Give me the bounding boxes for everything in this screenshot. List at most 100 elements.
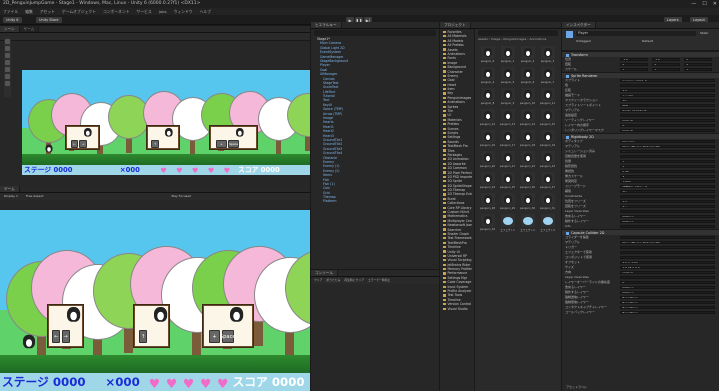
inspector-value[interactable]: ✓ bbox=[620, 149, 715, 154]
breadcrumb-animations[interactable]: Animations bbox=[529, 37, 546, 41]
inspector-value[interactable] bbox=[620, 113, 715, 118]
breadcrumb-assets[interactable]: Assets bbox=[478, 37, 488, 41]
asset-item[interactable]: penguin_21 bbox=[499, 151, 516, 168]
rect-tool-icon[interactable] bbox=[5, 67, 10, 72]
transform-z-field[interactable]: 1 bbox=[684, 67, 712, 72]
asset-item[interactable]: penguin_13 bbox=[499, 109, 516, 126]
asset-item[interactable]: penguin_31 bbox=[539, 193, 556, 210]
tab-game-view[interactable]: ゲーム bbox=[0, 186, 20, 192]
asset-item[interactable]: penguin_14 bbox=[519, 109, 536, 126]
inspector-value[interactable]: Sprite-Lit-Default bbox=[620, 108, 715, 113]
asset-item[interactable]: penguin_6 bbox=[519, 67, 536, 84]
custom-tool-icon[interactable] bbox=[5, 81, 10, 86]
asset-item[interactable]: penguin_12 bbox=[479, 109, 496, 126]
asset-item[interactable]: penguin_8 bbox=[479, 88, 496, 105]
asset-item[interactable]: penguin_26 bbox=[519, 172, 536, 189]
tab-game[interactable]: ゲーム bbox=[19, 26, 40, 32]
menu-item[interactable]: ウィンドウ bbox=[174, 8, 193, 15]
inspector-value[interactable]: 中央 bbox=[620, 103, 715, 108]
inspector-value[interactable]: Everything bbox=[620, 300, 715, 305]
inspector-value[interactable]: 0.05 bbox=[620, 169, 715, 174]
project-folder[interactable]: Code Coverage bbox=[443, 280, 472, 284]
breadcrumb-penguin[interactable]: PenguinImages bbox=[503, 37, 526, 41]
transform-z-field[interactable]: 0 bbox=[684, 57, 712, 62]
inspector-value[interactable]: X 0 Y -0.04 bbox=[620, 260, 715, 265]
inspector-value[interactable]: Default bbox=[620, 118, 715, 123]
inspector-value[interactable] bbox=[620, 83, 715, 88]
project-folder[interactable]: TextMesh Pro bbox=[443, 144, 472, 148]
asset-item[interactable]: エフェクト3 bbox=[539, 214, 556, 232]
asset-item[interactable]: penguin_29 bbox=[499, 193, 516, 210]
transform-z-field[interactable]: 0 bbox=[684, 62, 712, 67]
asset-item[interactable]: penguin_3 bbox=[539, 46, 556, 63]
project-folder[interactable]: Newtonsoft Json bbox=[443, 223, 472, 227]
error-pause-button[interactable]: エラーで一時停止 bbox=[368, 277, 390, 284]
asset-item[interactable]: penguin_24 bbox=[479, 172, 496, 189]
static-toggle[interactable]: Static bbox=[700, 31, 709, 35]
scale-tool-icon[interactable] bbox=[5, 60, 10, 65]
transform-x-field[interactable]: 0 bbox=[620, 62, 648, 67]
cloud-button[interactable]: Unity Store bbox=[36, 17, 62, 23]
inspector-value[interactable]: None (Physics Material 2D) bbox=[620, 144, 715, 149]
clear-on-play-button[interactable]: 再生時にクリア bbox=[344, 277, 364, 284]
asset-item[interactable]: penguin_27 bbox=[539, 172, 556, 189]
inspector-value[interactable]: penguin_walk1_0 bbox=[620, 78, 715, 83]
menu-item[interactable]: 編集 bbox=[25, 8, 33, 15]
inspector-value[interactable]: Dynamic bbox=[620, 139, 715, 144]
inspector-value[interactable]: X Y bbox=[620, 88, 715, 93]
inspector-value[interactable]: X 0.65 Y 0.9 bbox=[620, 265, 715, 270]
asset-item[interactable]: penguin_11 bbox=[539, 88, 556, 105]
inspector-value[interactable]: Everything bbox=[620, 310, 715, 315]
menu-item[interactable]: アセット bbox=[40, 8, 55, 15]
asset-item[interactable]: penguin_32 bbox=[479, 214, 496, 231]
transform-x-field[interactable]: 1 bbox=[620, 67, 648, 72]
project-search[interactable] bbox=[478, 30, 558, 36]
inspector-value[interactable] bbox=[620, 194, 715, 199]
inspector-value[interactable] bbox=[620, 154, 715, 159]
asset-item[interactable]: penguin_23 bbox=[539, 151, 556, 168]
tab-project[interactable]: プロジェクト bbox=[440, 22, 471, 28]
inspector-value[interactable]: 不連続 bbox=[620, 179, 715, 184]
asset-item[interactable]: penguin_9 bbox=[499, 88, 516, 105]
inspector-value[interactable]: None (Physics Material 2D) bbox=[620, 240, 715, 245]
menu-item[interactable]: ゲームオブジェクト bbox=[62, 8, 96, 15]
scene-canvas[interactable]: ← → ↑ + Space ステージ 0000 ×000 ♥ ♥ ♥ ♥ ♥ スコア 0000 bbox=[22, 70, 310, 175]
inspector-value[interactable] bbox=[620, 224, 715, 229]
tab-inspector[interactable]: インスペクター bbox=[562, 22, 596, 28]
account-button[interactable]: Unity 6 bbox=[3, 17, 22, 23]
asset-item[interactable]: penguin_22 bbox=[519, 151, 536, 168]
move-tool-icon[interactable] bbox=[5, 46, 10, 51]
layer-dropdown[interactable]: Default bbox=[642, 39, 653, 43]
transform-y-field[interactable]: 0 bbox=[652, 62, 680, 67]
asset-item[interactable]: penguin_1 bbox=[499, 46, 516, 63]
menu-item[interactable]: コンポーネント bbox=[103, 8, 130, 15]
hand-tool-icon[interactable] bbox=[5, 39, 10, 44]
aspect-dropdown[interactable]: Free Aspect bbox=[26, 193, 44, 200]
inspector-value[interactable]: Default bbox=[620, 128, 715, 133]
menu-item[interactable]: Jobs bbox=[159, 8, 167, 15]
collapse-button[interactable]: 折りたたみ bbox=[326, 277, 340, 284]
transform-tool-icon[interactable] bbox=[5, 74, 10, 79]
transform-x-field[interactable]: -4.5 bbox=[620, 57, 648, 62]
minimize-icon[interactable]: — bbox=[691, 0, 696, 8]
inspector-value[interactable]: 3 bbox=[620, 174, 715, 179]
inspector-value[interactable]: Nothing bbox=[620, 290, 715, 295]
menu-item[interactable]: ヘルプ bbox=[200, 8, 211, 15]
close-icon[interactable]: ✕ bbox=[713, 0, 717, 8]
asset-item[interactable]: penguin_15 bbox=[539, 109, 556, 126]
inspector-value[interactable]: X Y bbox=[620, 199, 715, 204]
display-dropdown[interactable]: Display 1 bbox=[4, 193, 18, 200]
tab-scene[interactable]: シーン bbox=[0, 26, 20, 32]
inspector-value[interactable] bbox=[620, 250, 715, 255]
inspector-value[interactable] bbox=[620, 255, 715, 260]
asset-item[interactable]: penguin_28 bbox=[479, 193, 496, 210]
inspector-value[interactable] bbox=[620, 275, 715, 280]
project-folder[interactable]: Version Control bbox=[443, 302, 472, 306]
tag-dropdown[interactable]: Untagged bbox=[576, 39, 591, 43]
asset-item[interactable]: penguin_5 bbox=[499, 67, 516, 84]
rotate-tool-icon[interactable] bbox=[5, 53, 10, 58]
inspector-value[interactable]: 0 bbox=[620, 164, 715, 169]
asset-item[interactable]: エフェクト2 bbox=[519, 214, 536, 232]
inspector-value[interactable]: シンプル bbox=[620, 93, 715, 98]
asset-item[interactable]: penguin_16 bbox=[479, 130, 496, 147]
